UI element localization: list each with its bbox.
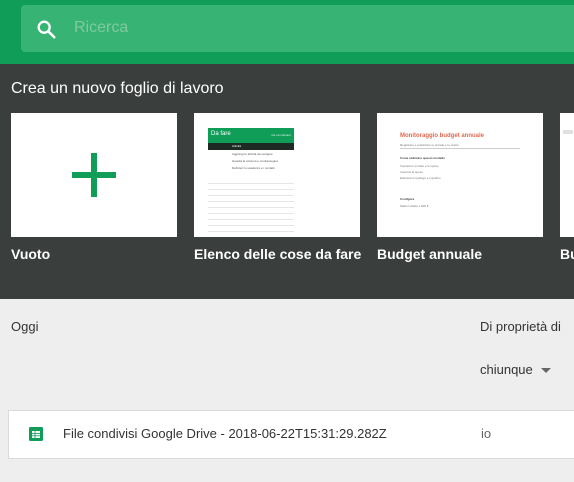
template-thumb-budget[interactable]: Monitoraggio budget annuale Registrare e… bbox=[377, 113, 543, 237]
todo-thumb-row: Guarda la colonna e contrassegna bbox=[232, 159, 278, 163]
budget-thumb-subtitle: Registrare e analizzare le entrate e le … bbox=[400, 143, 459, 147]
file-row[interactable]: File condivisi Google Drive - 2018-06-22… bbox=[8, 410, 574, 459]
template-label-partial[interactable]: Bu bbox=[560, 246, 574, 262]
spreadsheet-icon bbox=[29, 427, 43, 441]
partial-thumb-line bbox=[563, 130, 573, 134]
todo-thumb-corner: Da completare bbox=[271, 133, 291, 137]
todo-thumb-col-header: Attività bbox=[232, 144, 242, 148]
owner-filter-dropdown[interactable]: chiunque bbox=[480, 362, 551, 377]
todo-thumb-header: Da fare Da completare bbox=[208, 128, 294, 143]
file-owner: io bbox=[481, 426, 492, 441]
search-placeholder: Ricerca bbox=[74, 19, 129, 36]
budget-thumb-title: Monitoraggio budget annuale bbox=[400, 133, 484, 139]
dropdown-caret-icon bbox=[540, 368, 551, 374]
search-input[interactable]: Ricerca bbox=[21, 5, 574, 52]
template-gallery: Crea un nuovo foglio di lavoro Vuoto Da … bbox=[0, 64, 574, 299]
budget-thumb-lines: Imposta le entrate e le spese Inserisci … bbox=[400, 163, 441, 181]
file-name[interactable]: File condivisi Google Drive - 2018-06-22… bbox=[63, 426, 387, 441]
todo-thumb-col-header-bar: Attività bbox=[208, 143, 294, 150]
todo-thumb-grid bbox=[208, 178, 294, 236]
search-icon[interactable] bbox=[35, 18, 57, 40]
budget-thumb-heading: Come utilizzare questo modello bbox=[400, 156, 446, 160]
budget-thumb-line: Esamina il riepilogo e il grafico bbox=[400, 176, 441, 180]
plus-icon-vertical bbox=[91, 153, 97, 197]
template-label-budget[interactable]: Budget annuale bbox=[377, 246, 482, 262]
owner-column-header: Di proprietà di bbox=[480, 319, 561, 334]
todo-thumb-rows: Aggiungi le attività da svolgere Guarda … bbox=[208, 152, 294, 171]
todo-thumb-row: Aggiungi le attività da svolgere bbox=[232, 152, 273, 156]
top-bar: Ricerca bbox=[0, 0, 574, 64]
budget-thumb-divider bbox=[400, 148, 520, 149]
todo-thumb-row: Definisci lo scadenze e i contatti bbox=[232, 166, 275, 170]
template-thumb-todo[interactable]: Da fare Da completare Attività Aggiungi … bbox=[194, 113, 360, 237]
budget-thumb-footer-value: Saldo iniziale 1.000 € bbox=[400, 204, 429, 208]
todo-thumb-title: Da fare bbox=[211, 131, 231, 137]
template-thumb-partial[interactable] bbox=[560, 113, 574, 237]
gallery-title: Crea un nuovo foglio di lavoro bbox=[11, 80, 224, 97]
document-list: Oggi Di proprietà di chiunque File condi… bbox=[0, 299, 574, 482]
budget-thumb-footer: Configura bbox=[400, 197, 415, 201]
template-thumb-blank[interactable] bbox=[11, 113, 177, 237]
template-label-todo[interactable]: Elenco delle cose da fare bbox=[194, 246, 361, 262]
template-label-blank[interactable]: Vuoto bbox=[11, 246, 50, 262]
owner-filter-value: chiunque bbox=[480, 362, 533, 377]
section-header-today: Oggi bbox=[11, 319, 39, 334]
